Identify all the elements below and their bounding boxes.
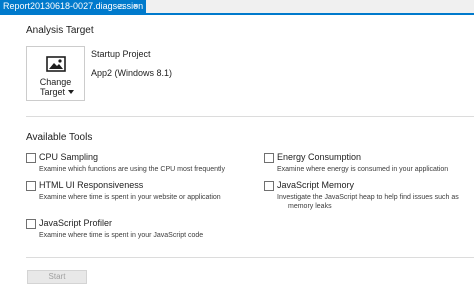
- tool-description: Examine where time is spent in your webs…: [39, 194, 221, 201]
- tab-diagsession[interactable]: Report20130618-0027.diagsession ⌂ ×: [0, 0, 146, 13]
- analysis-target-heading: Analysis Target: [26, 25, 94, 36]
- cpu-sampling-checkbox[interactable]: [26, 153, 36, 163]
- target-image-icon: [46, 56, 66, 72]
- javascript-profiler-checkbox[interactable]: [26, 219, 36, 229]
- diagnostics-session-window: Report20130618-0027.diagsession ⌂ × Anal…: [0, 0, 474, 284]
- html-ui-responsiveness-checkbox[interactable]: [26, 181, 36, 191]
- section-divider: [26, 257, 474, 258]
- tool-name: Energy Consumption: [277, 152, 362, 162]
- change-target-label-line1: Change: [39, 77, 72, 87]
- energy-consumption-checkbox[interactable]: [264, 153, 274, 163]
- tool-description: Examine which functions are using the CP…: [39, 166, 225, 173]
- section-divider: [26, 116, 474, 117]
- chevron-down-icon: [68, 90, 74, 94]
- tool-description-continued: memory leaks: [288, 203, 332, 210]
- tool-name: JavaScript Profiler: [39, 218, 113, 228]
- change-target-button[interactable]: Change Target: [26, 46, 85, 101]
- tool-name: JavaScript Memory: [277, 180, 355, 190]
- startup-project-value: App2 (Windows 8.1): [91, 68, 173, 78]
- pin-icon[interactable]: ⌂: [119, 0, 124, 13]
- tool-description: Examine where time is spent in your Java…: [39, 232, 204, 239]
- available-tools-heading: Available Tools: [26, 132, 93, 143]
- startup-project-label: Startup Project: [91, 49, 151, 59]
- document-tab-strip: Report20130618-0027.diagsession ⌂ ×: [0, 0, 474, 15]
- change-target-label-line2: Target: [40, 87, 66, 97]
- tool-name: CPU Sampling: [39, 152, 99, 162]
- tool-name: HTML UI Responsiveness: [39, 180, 144, 190]
- start-button[interactable]: Start: [27, 270, 87, 284]
- tool-description: Investigate the JavaScript heap to help …: [277, 194, 459, 201]
- close-icon[interactable]: ×: [133, 0, 138, 13]
- javascript-memory-checkbox[interactable]: [264, 181, 274, 191]
- tool-description: Examine where energy is consumed in your…: [277, 166, 449, 173]
